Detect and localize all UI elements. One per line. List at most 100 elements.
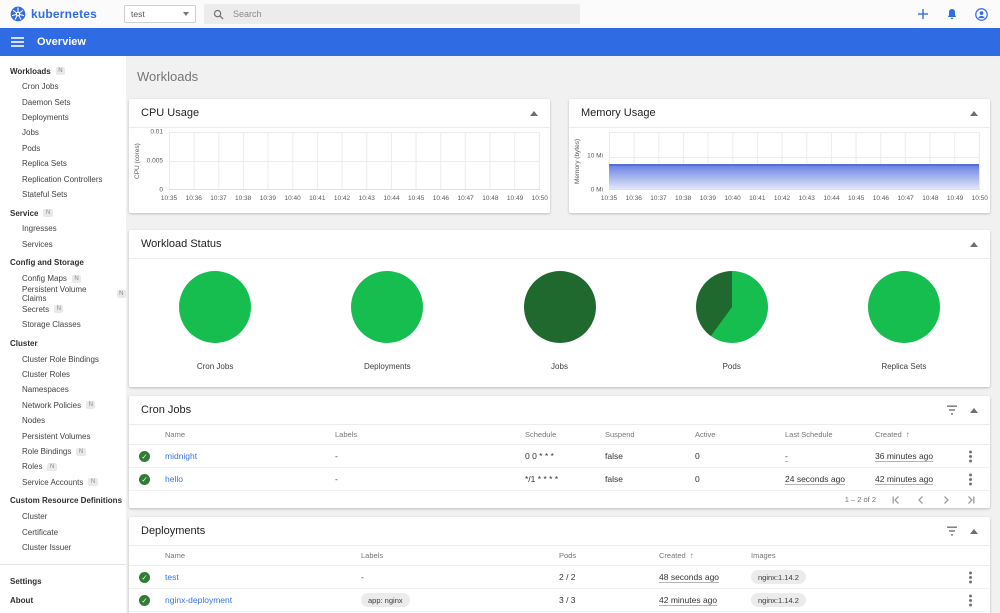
sidebar-item-jobs[interactable]: Jobs	[0, 125, 126, 140]
col-schedule[interactable]: Schedule	[525, 430, 605, 439]
workload-status-jobs: Jobs	[473, 271, 645, 371]
memory-usage-card: Memory Usage Memory (bytes) 10 Mi 0 Mi 1…	[569, 99, 990, 213]
cron-job-row: midnight - 0 0 * * * false 0 - 36 minute…	[129, 445, 990, 468]
cron-jobs-title: Cron Jobs	[141, 404, 192, 416]
row-actions-kebab-icon[interactable]	[968, 575, 972, 579]
sidebar-group-cluster[interactable]: Cluster	[0, 332, 126, 351]
cron-job-name-link[interactable]: hello	[165, 474, 335, 484]
deployments-table-header: Name Labels Pods Created Images	[129, 546, 990, 566]
collapse-caret-icon[interactable]	[530, 110, 538, 116]
deployment-name-link[interactable]: test	[165, 572, 361, 582]
user-account-icon[interactable]	[975, 7, 988, 21]
collapse-caret-icon[interactable]	[970, 528, 978, 534]
sidebar-item-about[interactable]: About	[0, 589, 126, 608]
collapse-caret-icon[interactable]	[970, 241, 978, 247]
sidebar-group-workloads[interactable]: Workloads N	[0, 60, 126, 79]
col-labels[interactable]: Labels	[335, 430, 525, 439]
filter-icon[interactable]	[946, 405, 958, 415]
sidebar-item-nodes[interactable]: Nodes	[0, 413, 126, 428]
sidebar-item-roles[interactable]: Roles N	[0, 459, 126, 474]
deployment-row: test - 2 / 2 48 seconds ago nginx:1.14.2	[129, 566, 990, 589]
memory-ytick: 0 Mi	[590, 186, 603, 194]
filter-icon[interactable]	[946, 526, 958, 536]
sidebar-item-persistent-volume-claims[interactable]: Persistent Volume Claims N	[0, 285, 126, 303]
first-page-icon[interactable]	[891, 495, 901, 505]
add-resource-icon[interactable]	[917, 8, 929, 20]
label-chip: app: nginx	[361, 593, 410, 607]
pagination-range: 1 – 2 of 2	[844, 495, 876, 504]
last-page-icon[interactable]	[966, 495, 976, 505]
sidebar-item-secrets[interactable]: Secrets N	[0, 302, 126, 317]
status-ok-icon	[139, 473, 150, 485]
row-actions-kebab-icon[interactable]	[968, 477, 972, 481]
sidebar-item-pods[interactable]: Pods	[0, 141, 126, 156]
col-suspend[interactable]: Suspend	[605, 430, 695, 439]
col-pods[interactable]: Pods	[559, 551, 659, 560]
overview-toolbar: Overview	[0, 28, 1000, 56]
sidebar-item-cron-jobs[interactable]: Cron Jobs	[0, 79, 126, 94]
jobs-pie	[523, 271, 596, 343]
kubernetes-wheel-icon	[10, 6, 26, 22]
cpu-usage-card: CPU Usage CPU (cores) 0.01 0.005 0 10:35…	[129, 99, 550, 213]
sidebar-group-custom-resource-definitions[interactable]: Custom Resource Definitions	[0, 490, 126, 509]
col-created[interactable]: Created	[659, 551, 751, 560]
sidebar-item-service-accounts[interactable]: Service Accounts N	[0, 475, 126, 490]
sidebar-item-cluster-role-bindings[interactable]: Cluster Role Bindings	[0, 351, 126, 366]
search-input[interactable]	[233, 9, 571, 19]
cpu-ytick: 0	[159, 186, 163, 194]
col-labels[interactable]: Labels	[361, 551, 559, 560]
sidebar-item-cluster-roles[interactable]: Cluster Roles	[0, 367, 126, 382]
cron-jobs-pie	[179, 271, 252, 343]
kubernetes-logo[interactable]: kubernetes	[10, 6, 114, 22]
sidebar-item-settings[interactable]: Settings	[0, 570, 126, 589]
image-chip: nginx:1.14.2	[751, 593, 806, 607]
next-page-icon[interactable]	[941, 495, 951, 505]
col-name[interactable]: Name	[165, 551, 361, 560]
notifications-bell-icon[interactable]	[946, 8, 958, 20]
col-name[interactable]: Name	[165, 430, 335, 439]
sidebar-item-replica-sets[interactable]: Replica Sets	[0, 156, 126, 171]
namespaced-badge: N	[43, 209, 53, 218]
namespace-selector[interactable]: test	[124, 5, 196, 23]
sidebar-item-persistent-volumes[interactable]: Persistent Volumes	[0, 428, 126, 443]
sidebar-item-stateful-sets[interactable]: Stateful Sets	[0, 187, 126, 202]
col-created[interactable]: Created	[875, 430, 960, 439]
status-ok-icon	[139, 594, 150, 606]
sidebar-group-config-and-storage[interactable]: Config and Storage	[0, 252, 126, 271]
sidebar-group-service[interactable]: Service N	[0, 202, 126, 221]
sidebar-item-crd-cluster-issuer[interactable]: Cluster Issuer	[0, 540, 126, 555]
sidebar-item-replication-controllers[interactable]: Replication Controllers	[0, 171, 126, 186]
sidebar-item-deployments[interactable]: Deployments	[0, 110, 126, 125]
row-actions-kebab-icon[interactable]	[968, 598, 972, 602]
sidebar-item-storage-classes[interactable]: Storage Classes	[0, 317, 126, 332]
collapse-caret-icon[interactable]	[970, 407, 978, 413]
sidebar-item-services[interactable]: Services	[0, 237, 126, 252]
sidebar-item-crd-certificate[interactable]: Certificate	[0, 524, 126, 539]
sidebar-item-crd-cluster[interactable]: Cluster	[0, 509, 126, 524]
app-header: kubernetes test	[0, 0, 1000, 28]
cron-job-row: hello - */1 * * * * false 0 24 seconds a…	[129, 468, 990, 491]
col-images[interactable]: Images	[751, 551, 960, 560]
workload-status-card: Workload Status Cron Jobs Deployments Jo…	[129, 230, 990, 387]
collapse-caret-icon[interactable]	[970, 110, 978, 116]
namespaced-badge: N	[47, 462, 57, 471]
col-last-schedule[interactable]: Last Schedule	[785, 430, 875, 439]
deployment-name-link[interactable]: nginx-deployment	[165, 595, 361, 605]
sidebar-item-namespaces[interactable]: Namespaces	[0, 382, 126, 397]
workload-status-pods: Pods	[646, 271, 818, 371]
sidebar-item-config-maps[interactable]: Config Maps N	[0, 271, 126, 286]
previous-page-icon[interactable]	[916, 495, 926, 505]
header-actions	[917, 7, 988, 21]
page-title: Workloads	[137, 69, 199, 84]
sort-ascending-icon	[690, 551, 694, 560]
brand-text: kubernetes	[31, 7, 98, 21]
sidebar-item-role-bindings[interactable]: Role Bindings N	[0, 444, 126, 459]
cron-job-name-link[interactable]: midnight	[165, 451, 335, 461]
sidebar-item-ingresses[interactable]: Ingresses	[0, 221, 126, 236]
sidebar-item-network-policies[interactable]: Network Policies N	[0, 398, 126, 413]
memory-usage-area-series	[609, 164, 979, 189]
row-actions-kebab-icon[interactable]	[968, 454, 972, 458]
sidebar-item-daemon-sets[interactable]: Daemon Sets	[0, 94, 126, 109]
menu-hamburger-icon[interactable]	[11, 37, 24, 47]
col-active[interactable]: Active	[695, 430, 785, 439]
